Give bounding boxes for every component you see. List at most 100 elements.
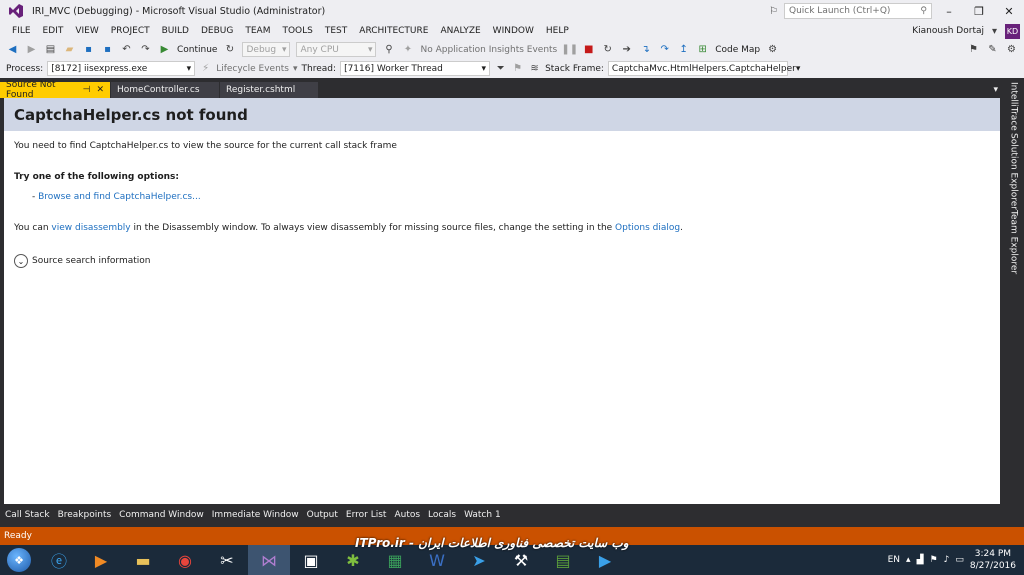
quick-launch-input[interactable]: Quick Launch (Ctrl+Q) ⚲ xyxy=(784,3,932,19)
thread-dropdown[interactable]: [7116] Worker Thread ▾ xyxy=(340,61,491,76)
bookmark-icon[interactable]: ⚑ xyxy=(967,43,980,56)
save-all-icon[interactable]: ▪ xyxy=(101,43,114,56)
tab-locals[interactable]: Locals xyxy=(425,510,459,520)
code-map-icon[interactable]: ⊞ xyxy=(696,43,709,56)
source-search-expander[interactable]: ⌄ Source search information xyxy=(14,254,990,268)
menu-analyze[interactable]: ANALYZE xyxy=(434,22,486,40)
code-map-button[interactable]: Code Map xyxy=(715,45,760,55)
configuration-dropdown[interactable]: Debug ▾ xyxy=(242,42,291,57)
menu-tools[interactable]: TOOLS xyxy=(276,22,318,40)
battery-icon[interactable]: ▭ xyxy=(955,555,964,565)
menu-edit[interactable]: EDIT xyxy=(37,22,70,40)
tab-call-stack[interactable]: Call Stack xyxy=(2,510,53,520)
restore-button[interactable]: ❐ xyxy=(966,1,992,21)
platform-dropdown[interactable]: Any CPU ▾ xyxy=(296,42,377,57)
start-button[interactable]: ❖ xyxy=(0,545,38,575)
process-dropdown[interactable]: [8172] iisexpress.exe ▾ xyxy=(47,61,196,76)
minimize-button[interactable]: – xyxy=(936,1,962,21)
clock[interactable]: 3:24 PM 8/27/2016 xyxy=(970,548,1016,572)
close-icon[interactable]: ✕ xyxy=(96,85,104,95)
redo-icon[interactable]: ↷ xyxy=(139,43,152,56)
tab-autos[interactable]: Autos xyxy=(391,510,423,520)
stack-frame-dropdown[interactable]: CaptchaMvc.HtmlHelpers.CaptchaHelper ▾ xyxy=(607,61,800,76)
undo-icon[interactable]: ↶ xyxy=(120,43,133,56)
tab-error-list[interactable]: Error List xyxy=(343,510,390,520)
flag-icon[interactable]: ⚑ xyxy=(930,555,938,565)
menu-architecture[interactable]: ARCHITECTURE xyxy=(353,22,434,40)
tab-immediate-window[interactable]: Immediate Window xyxy=(209,510,302,520)
menu-debug[interactable]: DEBUG xyxy=(195,22,239,40)
show-hidden-icons-icon[interactable]: ▴ xyxy=(906,555,911,565)
close-button[interactable]: ✕ xyxy=(996,1,1022,21)
browse-find-link[interactable]: Browse and find CaptchaHelper.cs... xyxy=(38,192,201,202)
menu-file[interactable]: FILE xyxy=(6,22,37,40)
media-player-icon[interactable]: ▶ xyxy=(80,545,122,575)
pause-icon[interactable]: ❚❚ xyxy=(561,43,578,56)
tools-app-icon[interactable]: ✂ xyxy=(206,545,248,575)
menu-help[interactable]: HELP xyxy=(540,22,575,40)
tab-watch-1[interactable]: Watch 1 xyxy=(461,510,504,520)
stop-icon[interactable]: ■ xyxy=(582,43,595,56)
tab-list-dropdown-icon[interactable]: ▾ xyxy=(993,82,1002,98)
file-explorer-icon[interactable]: ▬ xyxy=(122,545,164,575)
app-frame-icon[interactable]: ▣ xyxy=(290,545,332,575)
tab-output[interactable]: Output xyxy=(304,510,341,520)
tab-intellitrace[interactable]: IntelliTrace xyxy=(1003,82,1024,131)
internet-explorer-icon[interactable]: ⓔ xyxy=(38,545,80,575)
avatar[interactable]: KD xyxy=(1005,23,1020,39)
back-icon[interactable]: ◀ xyxy=(6,43,19,56)
clock-time: 3:24 PM xyxy=(974,549,1012,559)
threads-icon[interactable]: ≋ xyxy=(528,62,541,75)
user-name[interactable]: Kianoush Dortaj xyxy=(912,26,984,36)
tab-command-window[interactable]: Command Window xyxy=(116,510,207,520)
insights-icon[interactable]: ✦ xyxy=(401,43,414,56)
restart-icon[interactable]: ↻ xyxy=(601,43,614,56)
find-icon[interactable]: ⚲ xyxy=(382,43,395,56)
tab-source-not-found[interactable]: Source Not Found ⊣ ✕ xyxy=(0,80,110,100)
forward-icon[interactable]: ▶ xyxy=(25,43,38,56)
chevron-down-icon[interactable]: ▾ xyxy=(988,25,1001,38)
menu-team[interactable]: TEAM xyxy=(239,22,276,40)
feedback-icon[interactable]: ⚐ xyxy=(767,5,780,18)
tab-register-cshtml[interactable]: Register.cshtml xyxy=(220,82,318,98)
insights-events-label[interactable]: No Application Insights Events xyxy=(420,45,557,55)
visual-studio-taskbar-icon[interactable]: ⋈ xyxy=(248,545,290,575)
standard-toolbar: ◀ ▶ ▤ ▰ ▪ ▪ ↶ ↷ ▶ Continue ↻ Debug ▾ Any … xyxy=(0,40,1024,59)
menu-window[interactable]: WINDOW xyxy=(487,22,540,40)
menu-build[interactable]: BUILD xyxy=(156,22,195,40)
volume-icon[interactable]: ♪ xyxy=(944,555,950,565)
menu-test[interactable]: TEST xyxy=(319,22,353,40)
tab-team-explorer[interactable]: Team Explorer xyxy=(1003,210,1024,274)
step-over-icon[interactable]: ↷ xyxy=(658,43,671,56)
continue-play-icon[interactable]: ▶ xyxy=(158,43,171,56)
hex-icon[interactable]: ⚙ xyxy=(766,43,779,56)
chrome-icon[interactable]: ◉ xyxy=(164,545,206,575)
show-next-statement-icon[interactable]: ➔ xyxy=(620,43,633,56)
view-disassembly-link[interactable]: view disassembly xyxy=(51,223,130,233)
chevron-down-icon[interactable]: ⌄ xyxy=(14,254,28,268)
new-project-icon[interactable]: ▤ xyxy=(44,43,57,56)
open-file-icon[interactable]: ▰ xyxy=(63,43,76,56)
menu-project[interactable]: PROJECT xyxy=(105,22,156,40)
pin-icon[interactable]: ⊣ xyxy=(83,85,91,95)
lifecycle-events-dropdown[interactable]: Lifecycle Events xyxy=(216,64,289,74)
step-out-icon[interactable]: ↥ xyxy=(677,43,690,56)
refresh-icon[interactable]: ↻ xyxy=(223,43,236,56)
step-into-icon[interactable]: ↴ xyxy=(639,43,652,56)
lifecycle-icon[interactable]: ⚡ xyxy=(199,62,212,75)
filter-icon[interactable]: ⏷ xyxy=(494,62,507,75)
network-icon[interactable]: ▟ xyxy=(917,555,924,565)
save-icon[interactable]: ▪ xyxy=(82,43,95,56)
tab-solution-explorer[interactable]: Solution Explorer xyxy=(1003,133,1024,210)
settings-icon[interactable]: ⚙ xyxy=(1005,43,1018,56)
tab-breakpoints[interactable]: Breakpoints xyxy=(55,510,115,520)
flag-icon[interactable]: ⚑ xyxy=(511,62,524,75)
options-dialog-link[interactable]: Options dialog xyxy=(615,223,680,233)
continue-button[interactable]: Continue xyxy=(177,45,217,55)
tab-homecontroller[interactable]: HomeController.cs xyxy=(111,82,219,98)
chevron-down-icon: ▾ xyxy=(367,44,373,55)
menu-view[interactable]: VIEW xyxy=(69,22,104,40)
chevron-down-icon[interactable]: ▾ xyxy=(293,64,298,74)
tools-icon[interactable]: ✎ xyxy=(986,43,999,56)
language-indicator[interactable]: EN xyxy=(888,555,900,565)
